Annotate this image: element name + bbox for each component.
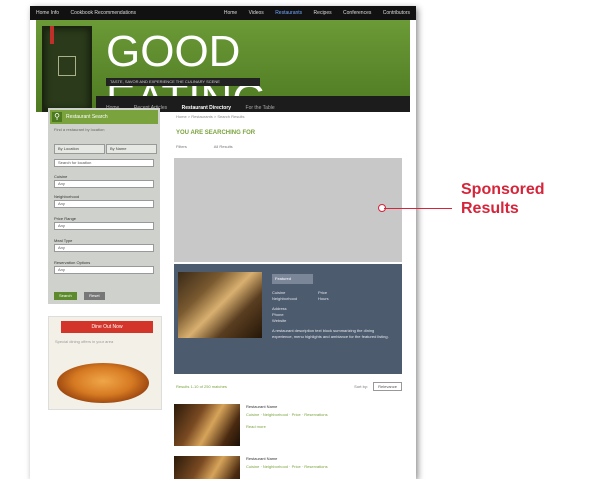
topbar-nav-videos[interactable]: Videos <box>249 10 264 16</box>
sponsored-results-callout: Sponsored Results <box>461 180 545 218</box>
reset-button[interactable]: Reset <box>84 292 105 300</box>
all-results-label[interactable]: All Results <box>214 144 233 149</box>
price-select[interactable]: Any <box>54 222 154 230</box>
result-details: Cuisine · Neighborhood · Price · Reserva… <box>246 412 328 417</box>
location-input[interactable]: Search for location <box>54 159 154 167</box>
food-plate-image <box>57 363 149 403</box>
cuisine-label: Cuisine <box>54 174 68 179</box>
reservation-field: Reservation Options Any <box>54 260 154 274</box>
search-button[interactable]: Search <box>54 292 77 300</box>
tab-by-name[interactable]: By Name <box>106 144 157 154</box>
topbar-nav-home[interactable]: Home <box>224 10 237 16</box>
result-thumbnail[interactable] <box>174 456 240 479</box>
topbar-link[interactable]: Cookbook Recommendations <box>70 10 136 16</box>
price-field: Price Range Any <box>54 216 154 230</box>
filter-row: Filters All Results <box>176 144 259 149</box>
breadcrumb[interactable]: Home > Restaurants > Search Results <box>176 114 244 119</box>
feature-info-mid: Address Phone Website <box>272 306 287 323</box>
reservation-label: Reservation Options <box>54 260 91 265</box>
search-panel-title: Restaurant Search <box>66 114 108 120</box>
featured-tag: Featured <box>272 274 313 284</box>
neighborhood-label: Neighborhood <box>54 194 80 199</box>
neighborhood-field: Neighborhood Any <box>54 194 154 208</box>
callout-line-1: Sponsored <box>461 181 545 198</box>
cuisine-field: Cuisine Any <box>54 174 154 188</box>
filters-label[interactable]: Filters <box>176 144 187 149</box>
search-tabs: By Location By Name <box>54 144 157 154</box>
restaurant-photo[interactable] <box>178 272 262 338</box>
topbar-nav-restaurants[interactable]: Restaurants <box>275 10 302 16</box>
feature-description: A restaurant description text block summ… <box>272 328 389 339</box>
top-bar: Home Info Cookbook Recommendations Home … <box>30 6 416 20</box>
bookmark-ribbon-icon <box>50 26 54 44</box>
price-label: Price Range <box>54 216 77 221</box>
topbar-nav-contributors[interactable]: Contributors <box>383 10 410 16</box>
restaurant-search-panel: ⚲ Restaurant Search Find a restaurant by… <box>48 108 160 304</box>
sort-select[interactable]: Relevance <box>373 382 402 391</box>
result-row[interactable]: Restaurant Name Cuisine · Neighborhood ·… <box>174 456 402 479</box>
cuisine-select[interactable]: Any <box>54 180 154 188</box>
feature-info-left: Cuisine Neighborhood <box>272 290 298 301</box>
meal-type-field: Meal Type Any <box>54 238 154 252</box>
topbar-nav-recipes[interactable]: Recipes <box>314 10 332 16</box>
search-icon: ⚲ <box>52 112 62 122</box>
result-thumbnail[interactable] <box>174 404 240 446</box>
book-emblem-icon <box>58 56 76 76</box>
tab-by-location[interactable]: By Location <box>54 144 105 154</box>
callout-leader-line <box>384 208 452 209</box>
result-name[interactable]: Restaurant Name <box>246 404 277 409</box>
feature-info-right: Price Hours <box>318 290 329 301</box>
search-panel-subtitle: Find a restaurant by location <box>54 127 105 132</box>
featured-restaurant[interactable]: Featured Cuisine Neighborhood Price Hour… <box>174 264 402 374</box>
topbar-link[interactable]: Home Info <box>36 10 59 16</box>
callout-line-2: Results <box>461 200 519 217</box>
meal-type-select[interactable]: Any <box>54 244 154 252</box>
sponsored-results-area[interactable] <box>174 158 402 262</box>
meal-type-label: Meal Type <box>54 238 73 243</box>
result-name[interactable]: Restaurant Name <box>246 456 277 461</box>
ad-headline: Dine Out Now <box>61 321 153 333</box>
search-panel-header: ⚲ Restaurant Search <box>50 110 158 124</box>
result-details: Cuisine · Neighborhood · Price · Reserva… <box>246 464 328 469</box>
location-field: Search for location <box>54 158 154 167</box>
site-tagline: TASTE, SAVOR AND EXPERIENCE THE CULINARY… <box>106 78 260 86</box>
nav-for-the-table[interactable]: For the Table <box>246 100 275 116</box>
page-title: YOU ARE SEARCHING FOR <box>176 130 256 136</box>
reservation-select[interactable]: Any <box>54 266 154 274</box>
search-buttons: Search Reset <box>54 284 108 302</box>
ad-text: Special dining offers in your area <box>55 339 114 344</box>
results-bar: Results 1-10 of 250 matches Sort by: Rel… <box>174 382 402 394</box>
results-count: Results 1-10 of 250 matches <box>176 384 227 389</box>
result-read-more[interactable]: Read more <box>246 424 266 429</box>
advertisement[interactable]: Dine Out Now Special dining offers in yo… <box>48 316 162 410</box>
topbar-nav-conferences[interactable]: Conferences <box>343 10 371 16</box>
cookbook-logo-icon[interactable] <box>42 26 92 112</box>
neighborhood-select[interactable]: Any <box>54 200 154 208</box>
masthead: GOOD EATING TASTE, SAVOR AND EXPERIENCE … <box>36 20 410 124</box>
result-row[interactable]: Restaurant Name Cuisine · Neighborhood ·… <box>174 404 402 448</box>
web-page: Home Info Cookbook Recommendations Home … <box>30 6 416 479</box>
sort-label: Sort by: <box>354 384 368 389</box>
sort-control: Sort by: Relevance <box>354 382 402 391</box>
